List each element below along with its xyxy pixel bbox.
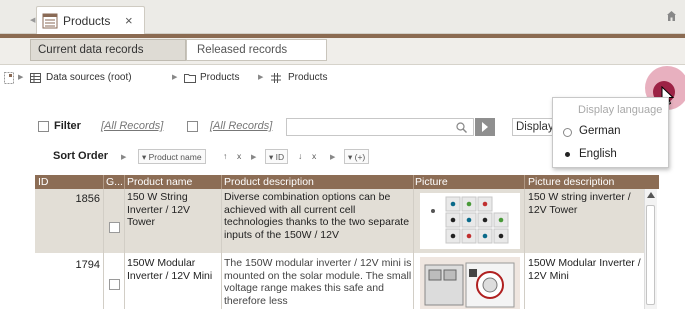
breadcrumb-products-table[interactable]: Products — [288, 72, 327, 83]
sort-field-label: Product name — [148, 152, 202, 162]
tab-current-data-records[interactable]: Current data records — [30, 39, 186, 61]
menu-item-english[interactable]: English — [579, 148, 617, 160]
cell-product-description: The 150W modular inverter / 12V mini is … — [224, 257, 412, 307]
table-row[interactable]: 1794 150W Modular Inverter / 12V Mini Th… — [35, 255, 645, 309]
sort-direction-down[interactable]: ↓ — [298, 151, 302, 161]
sort-add-label: (+) — [354, 152, 366, 162]
sort-add-criterion[interactable]: ▾ (+) — [344, 149, 370, 164]
arrow-right-icon — [482, 122, 488, 132]
breadcrumb-separator-icon: ▶ — [172, 74, 178, 81]
sort-field-label: ID — [275, 152, 285, 162]
sort-criterion-product-name[interactable]: ▾ Product name — [138, 149, 206, 164]
sort-row: Sort Order ▶ ▾ Product name ↑ x ▶ ▾ ID ↓… — [0, 148, 560, 166]
sort-criterion-id[interactable]: ▾ ID — [265, 149, 289, 164]
records-grid: ID G... Product name Product description… — [35, 175, 659, 309]
breadcrumb-separator-icon: ▶ — [258, 74, 264, 81]
breadcrumb-products-folder[interactable]: Products — [200, 72, 239, 83]
col-header-product-name[interactable]: Product name — [127, 176, 219, 188]
cell-product-description: Diverse combination options can be achie… — [224, 191, 410, 241]
search-input[interactable] — [286, 118, 474, 136]
grid-icon — [30, 73, 41, 83]
sort-order-label: Sort Order — [53, 150, 109, 162]
record-subtabs: Current data records Released records — [0, 38, 685, 65]
search-icon — [456, 122, 467, 133]
tree-toggle-icon[interactable] — [4, 72, 14, 84]
menu-title: Display language — [578, 104, 663, 116]
home-icon[interactable] — [666, 10, 677, 22]
sort-remove-icon[interactable]: x — [312, 151, 316, 161]
display-language-menu: Display language German English — [552, 97, 669, 168]
cell-id: 1794 — [75, 259, 100, 271]
sort-separator-icon: ▶ — [251, 154, 257, 161]
sort-separator-icon: ▶ — [121, 154, 127, 161]
radio-german[interactable] — [563, 128, 572, 137]
cell-id: 1856 — [75, 193, 100, 205]
breadcrumb-separator-icon: ▶ — [18, 74, 24, 81]
sort-direction-up[interactable]: ↑ — [223, 151, 227, 161]
grid-header: ID G... Product name Product description… — [35, 175, 659, 189]
menu-item-german[interactable]: German — [579, 125, 621, 137]
col-header-picture-description[interactable]: Picture description — [528, 176, 640, 188]
col-header-id[interactable]: ID — [38, 176, 98, 188]
tab-products[interactable]: Products × — [36, 6, 145, 34]
search-go-button[interactable] — [475, 118, 495, 136]
table-row[interactable]: 1856 150 W String Inverter / 12V Tower D… — [35, 189, 645, 253]
sort-remove-icon[interactable]: x — [237, 151, 241, 161]
cell-picture-description: 150 W string inverter / 12V Tower — [528, 191, 631, 216]
folder-icon — [184, 74, 196, 83]
table-icon — [42, 13, 58, 29]
display-language-field[interactable]: Display language — [512, 118, 554, 136]
selected-bullet — [565, 152, 570, 157]
filter-link-all-records-2[interactable]: [All Records] — [210, 120, 272, 132]
cell-product-name: 150 W String Inverter / 12V Tower — [127, 191, 191, 228]
product-picture[interactable] — [420, 257, 520, 309]
filter-checkbox-2[interactable] — [187, 121, 198, 132]
tab-label: Products — [63, 14, 111, 28]
close-icon[interactable]: × — [125, 13, 133, 28]
top-tab-bar: ◀ Products × — [0, 0, 685, 34]
tab-scroll-left-icon[interactable]: ◀ — [30, 16, 35, 24]
scroll-thumb[interactable] — [646, 205, 655, 305]
filter-link-all-records[interactable]: [All Records] — [101, 120, 163, 132]
filter-label: Filter — [54, 120, 81, 132]
cell-picture-description: 150W Modular Inverter / 12V Mini — [528, 257, 641, 282]
tab-released-records[interactable]: Released records — [186, 39, 327, 61]
col-header-picture[interactable]: Picture — [415, 176, 525, 188]
cell-product-name: 150W Modular Inverter / 12V Mini — [127, 257, 213, 282]
row-checkbox[interactable] — [109, 222, 120, 233]
sort-separator-icon: ▶ — [330, 154, 336, 161]
row-checkbox[interactable] — [109, 279, 120, 290]
filter-checkbox[interactable] — [38, 121, 49, 132]
breadcrumb: ▶ Data sources (root) ▶ Products ▶ Produ… — [0, 72, 560, 90]
scroll-up-icon[interactable] — [647, 192, 655, 198]
breadcrumb-data-sources[interactable]: Data sources (root) — [46, 72, 132, 83]
col-header-product-description[interactable]: Product description — [224, 176, 412, 188]
col-header-g[interactable]: G... — [106, 176, 126, 188]
grid-icon — [271, 73, 281, 83]
product-picture[interactable] — [420, 193, 520, 249]
